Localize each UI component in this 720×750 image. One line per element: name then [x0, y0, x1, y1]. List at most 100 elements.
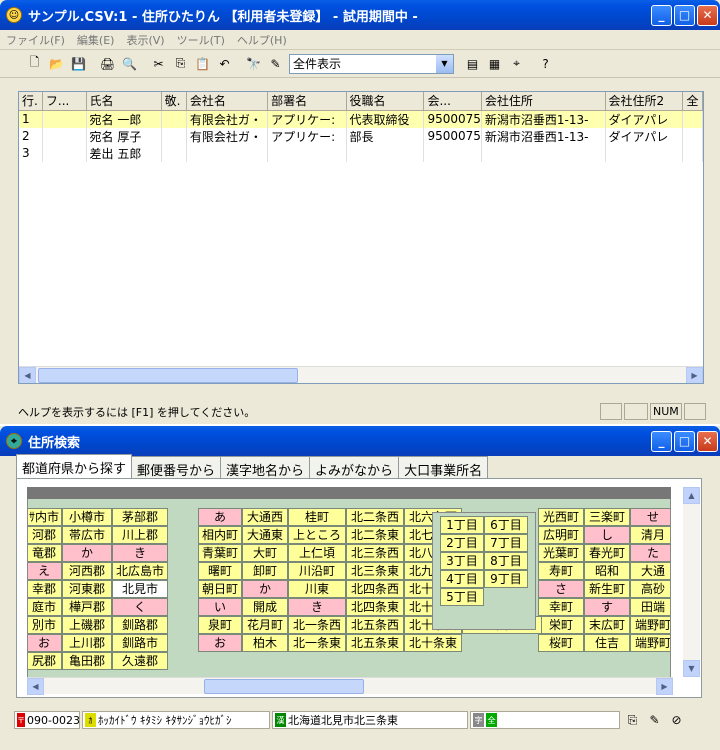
address-cell[interactable]: 花月町 [242, 616, 288, 634]
address-cell[interactable]: 桂町 [288, 508, 346, 526]
table-cell[interactable]: ダイアパレ [605, 110, 684, 128]
address-cell[interactable]: 7丁目 [484, 534, 528, 552]
address-cell[interactable]: 6丁目 [484, 516, 528, 534]
address-cell[interactable]: さ [538, 580, 584, 598]
table-cell[interactable] [423, 144, 482, 162]
address-cell[interactable]: 高砂 [630, 580, 670, 598]
address-cell[interactable]: き [288, 598, 346, 616]
table-cell[interactable]: 9500075 [423, 127, 482, 145]
address-cell[interactable]: し [584, 526, 630, 544]
column-header[interactable]: 全 [682, 92, 703, 111]
address-cell[interactable]: 青葉町 [198, 544, 242, 562]
table-cell[interactable] [682, 144, 703, 162]
address-cell[interactable]: 端野町 [630, 634, 670, 652]
column-header[interactable]: 部署名 [267, 92, 347, 111]
table-cell[interactable]: アプリケー: [267, 127, 347, 145]
panel-hscrollbar[interactable]: ◀ ▶ [27, 677, 673, 695]
menu-file[interactable]: ファイル(F) [6, 32, 65, 48]
table-cell[interactable] [481, 144, 606, 162]
address-cell[interactable]: か [242, 580, 288, 598]
scroll-down-icon[interactable]: ▼ [683, 660, 700, 677]
address-cell[interactable]: 北三条西 [346, 544, 404, 562]
search-maximize-button[interactable]: □ [674, 430, 695, 452]
address-cell[interactable]: 寿町 [538, 562, 584, 580]
address-cell[interactable]: 8丁目 [484, 552, 528, 570]
panel-scroll-thumb[interactable] [204, 678, 364, 694]
table-cell[interactable]: 3 [19, 144, 43, 162]
table-cell[interactable] [682, 127, 703, 145]
table-cell[interactable]: 部長 [346, 127, 425, 145]
address-cell[interactable]: 春光町 [584, 544, 630, 562]
panel-scroll-right-icon[interactable]: ▶ [656, 677, 673, 695]
address-cell[interactable]: 広明町 [538, 526, 584, 544]
table-cell[interactable] [186, 144, 269, 162]
address-cell[interactable]: 川東 [288, 580, 346, 598]
address-cell[interactable]: 大通西 [242, 508, 288, 526]
address-cell[interactable]: 桜町 [538, 634, 584, 652]
maximize-button[interactable]: □ [674, 4, 695, 26]
grid-hscrollbar[interactable]: ◀ ▶ [19, 366, 703, 383]
copy-icon[interactable]: ⎘ [170, 53, 191, 74]
table-cell[interactable]: 宛名 厚子 [86, 127, 162, 145]
address-cell[interactable]: 田端 [630, 598, 670, 616]
column-header[interactable]: 行. [19, 92, 43, 111]
menu-help[interactable]: ヘルプ(H) [237, 32, 287, 48]
table-cell[interactable]: 代表取締役 [346, 110, 425, 128]
column-header[interactable]: フ... [42, 92, 87, 111]
address-cell[interactable]: 3丁目 [440, 552, 484, 570]
address-cell[interactable]: 幸町 [538, 598, 584, 616]
address-cell[interactable]: た [630, 544, 670, 562]
column-header[interactable]: 役職名 [346, 92, 425, 111]
address-cell[interactable]: 曙町 [198, 562, 242, 580]
address-cell[interactable]: 1丁目 [440, 516, 484, 534]
record-grid[interactable]: 行. フ... 氏名 敬. 会社名 部署名 役職名 会... 会社住所 会社住所2 全 1 宛名 一郎… [18, 91, 704, 384]
table-cell[interactable] [42, 110, 87, 128]
address-cell[interactable]: 端野町 [630, 616, 670, 634]
address-cell[interactable]: 開成 [242, 598, 288, 616]
table-cell[interactable]: 有限会社ガ・ [186, 110, 269, 128]
address-cell[interactable]: 三楽町 [584, 508, 630, 526]
address-cell[interactable]: 光葉町 [538, 544, 584, 562]
address-cell[interactable]: 茅部郡 [112, 508, 168, 526]
address-cell[interactable]: 北二条東 [346, 526, 404, 544]
address-cell[interactable]: 大通東 [242, 526, 288, 544]
address-cell[interactable]: 新生町 [584, 580, 630, 598]
address-cell[interactable]: 朝日町 [198, 580, 242, 598]
search-close-button[interactable]: ✕ [697, 430, 718, 452]
menu-view[interactable]: 表示(V) [126, 32, 164, 48]
chevron-down-icon[interactable]: ▼ [436, 54, 453, 73]
address-cell[interactable]: 小樽市 [62, 508, 112, 526]
undo-icon[interactable]: ↶ [214, 53, 235, 74]
address-cell[interactable]: 河西郡 [62, 562, 112, 580]
address-cell[interactable]: 柏木 [242, 634, 288, 652]
address-cell[interactable]: 光西町 [538, 508, 584, 526]
column-header[interactable]: 会社住所 [481, 92, 606, 111]
address-cell[interactable]: 2丁目 [440, 534, 484, 552]
table-cell[interactable] [161, 127, 187, 145]
copy-address-icon[interactable]: ⎘ [622, 710, 643, 731]
menu-edit[interactable]: 編集(E) [77, 32, 115, 48]
column-header[interactable]: 会社名 [186, 92, 269, 111]
cut-icon[interactable]: ✂ [148, 53, 169, 74]
address-cell[interactable]: あ [198, 508, 242, 526]
minimize-button[interactable]: _ [651, 4, 672, 26]
scroll-right-icon[interactable]: ▶ [686, 366, 703, 383]
address-cell[interactable]: 相内町 [198, 526, 242, 544]
address-cell[interactable]: 河郡 [28, 526, 62, 544]
kana-toggle-icon[interactable]: 全 [486, 713, 497, 727]
address-cell[interactable]: え [28, 562, 62, 580]
search-minimize-button[interactable]: _ [651, 430, 672, 452]
address-cell[interactable]: 5丁目 [440, 588, 484, 606]
filter-select[interactable]: 全件表示 ▼ [289, 53, 454, 74]
new-icon[interactable]: 🗋 [24, 53, 45, 74]
address-cell[interactable]: 上ところ [288, 526, 346, 544]
close-button[interactable]: ✕ [697, 4, 718, 26]
address-cell[interactable]: 清月 [630, 526, 670, 544]
help-icon[interactable]: ? [535, 53, 556, 74]
scroll-thumb[interactable] [38, 367, 298, 383]
address-cell[interactable]: く [112, 598, 168, 616]
column-header[interactable]: 会... [423, 92, 482, 111]
address-cell[interactable]: 北二条西 [346, 508, 404, 526]
address-cell[interactable]: 庭市 [28, 598, 62, 616]
address-cell[interactable]: 上仁頃 [288, 544, 346, 562]
